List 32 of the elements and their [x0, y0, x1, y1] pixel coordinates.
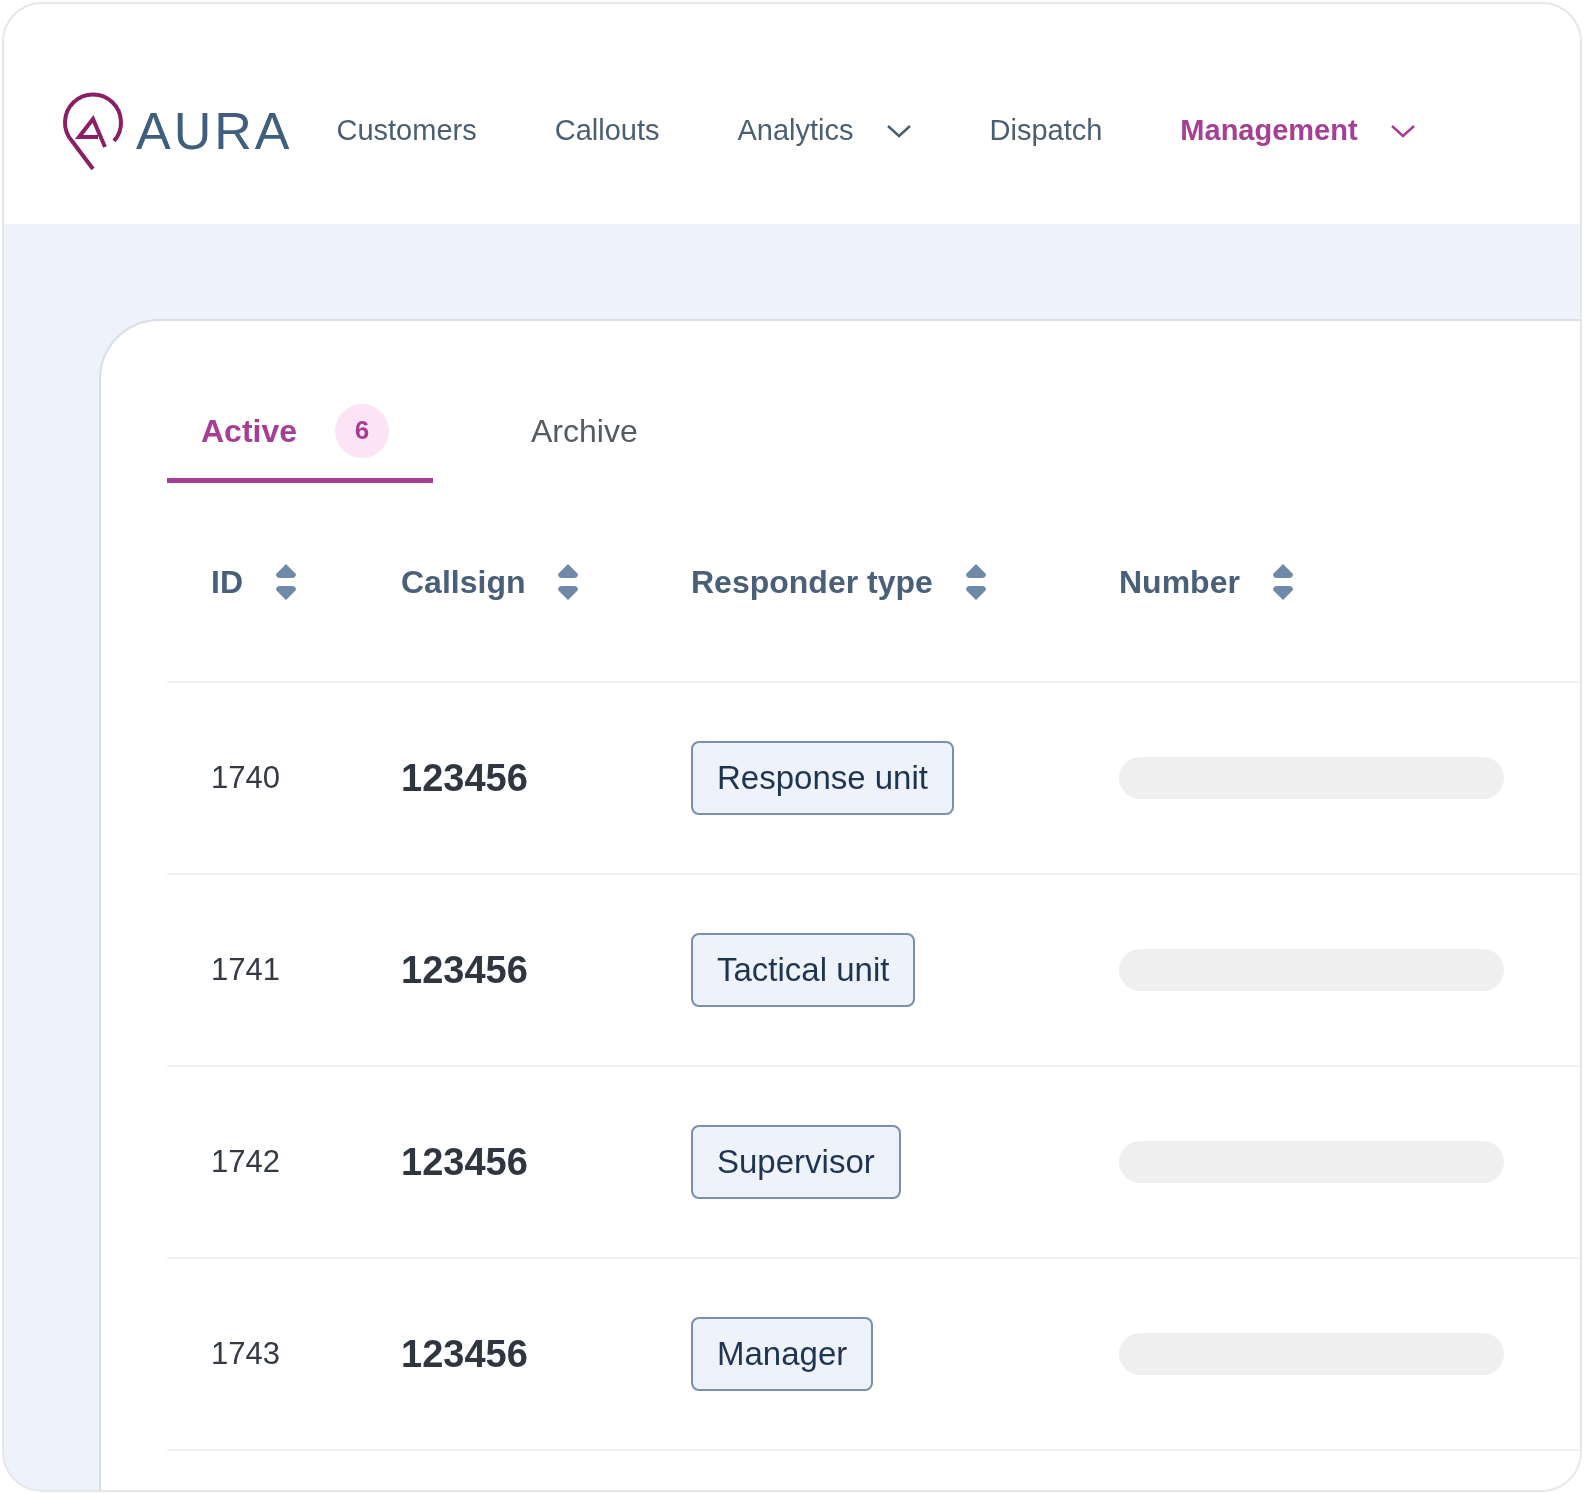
column-header[interactable]: Responder type [691, 558, 933, 606]
nav-link[interactable]: Dispatch [989, 109, 1103, 153]
id-cell: 1742 [211, 1143, 280, 1179]
logo-icon [62, 91, 124, 171]
column-header[interactable]: Number [1119, 558, 1240, 606]
count-badge: 6 [335, 403, 390, 458]
callsign-cell: 123456 [401, 1140, 528, 1183]
nav-link[interactable]: Customers [336, 109, 477, 153]
tab[interactable]: Archive [433, 383, 736, 483]
sort-icon[interactable] [1271, 563, 1294, 601]
column-header[interactable]: Callsign [401, 558, 526, 606]
nav-link[interactable]: Callouts [554, 109, 660, 153]
callsign-cell: 123456 [401, 1332, 528, 1375]
tab[interactable]: Active 6 [167, 383, 433, 483]
brand-name: AURA [136, 105, 293, 157]
sort-icon[interactable] [275, 563, 297, 601]
id-cell: 1743 [211, 1335, 280, 1371]
id-cell: 1740 [211, 759, 280, 795]
id-cell: 1741 [211, 951, 280, 987]
responder-type-tag: Tactical unit [691, 933, 916, 1007]
column-header[interactable]: ID [211, 558, 243, 606]
responder-type-tag: Supervisor [691, 1125, 901, 1199]
responder-type-tag: Response unit [691, 741, 954, 815]
nav-link[interactable]: Analytics [737, 109, 912, 153]
responder-type-tag: Manager [691, 1317, 874, 1391]
callsign-cell: 123456 [401, 756, 528, 799]
sort-icon[interactable] [557, 563, 580, 601]
sort-icon[interactable] [964, 563, 987, 601]
chevron-down-icon [1389, 123, 1416, 139]
nav-link[interactable]: Management [1180, 109, 1416, 153]
chevron-down-icon [885, 123, 912, 139]
callsign-cell: 123456 [401, 948, 528, 991]
